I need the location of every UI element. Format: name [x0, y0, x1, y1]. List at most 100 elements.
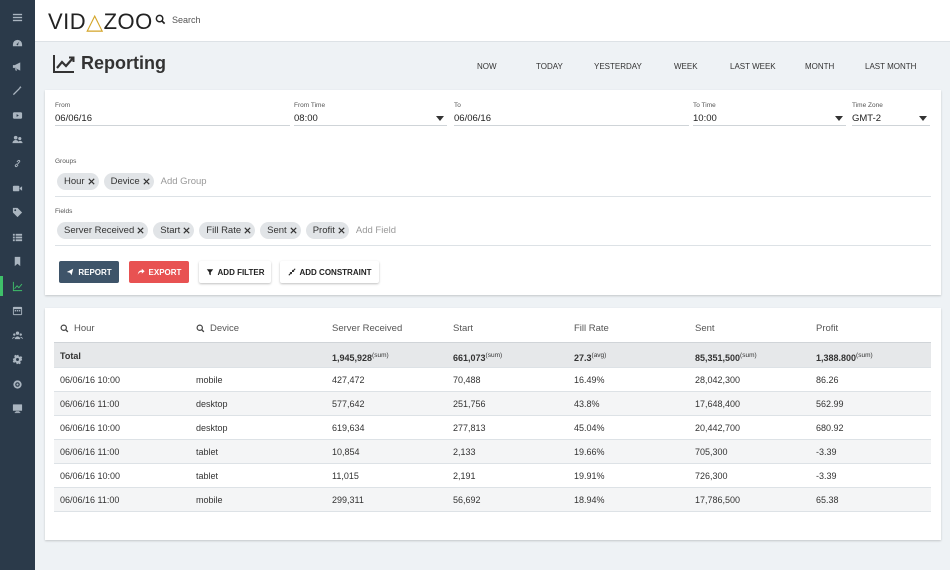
chip-label: Device	[110, 176, 140, 187]
add-filter-button[interactable]: ADD FILTER	[199, 261, 271, 283]
range-last-month-button[interactable]: LAST MONTH	[865, 62, 916, 71]
close-icon[interactable]	[142, 177, 151, 186]
cell-sent: 705,300	[695, 447, 728, 457]
close-icon[interactable]	[136, 226, 145, 235]
cell-server-received: 619,634	[332, 423, 365, 433]
range-yesterday-button[interactable]: YESTERDAY	[594, 62, 642, 71]
report-button[interactable]: REPORT	[59, 261, 119, 283]
video-icon	[12, 111, 23, 119]
cell-hour: 06/06/16 10:00	[60, 375, 121, 385]
total-profit: 1,388.800(sum)	[816, 343, 873, 371]
cell-hour: 06/06/16 10:00	[60, 423, 121, 433]
sidebar-item-calendar[interactable]	[0, 300, 35, 320]
close-icon[interactable]	[87, 177, 96, 186]
time-zone-select[interactable]: GMT-2	[852, 113, 930, 126]
tag-icon	[12, 207, 23, 217]
column-header-profit[interactable]: Profit	[816, 323, 838, 334]
table-row: 06/06/16 11:00 desktop 577,642 251,756 4…	[54, 392, 931, 416]
add-field-input[interactable]: Add Field	[356, 225, 396, 236]
sidebar-item-menu[interactable]	[0, 7, 35, 27]
fields-chips: Server Received Start Fill Rate Sent Pro…	[57, 222, 396, 239]
close-icon[interactable]	[243, 226, 252, 235]
to-time-field[interactable]: To Time 10:00	[693, 102, 846, 126]
sidebar-item-links[interactable]	[0, 153, 35, 173]
from-time-field[interactable]: From Time 08:00	[294, 102, 447, 126]
cell-hour: 06/06/16 11:00	[60, 399, 120, 409]
export-button[interactable]: EXPORT	[129, 261, 189, 283]
chip-label: Server Received	[64, 225, 135, 236]
sidebar-item-monitor[interactable]	[0, 398, 35, 418]
time-zone-field[interactable]: Time Zone GMT-2	[852, 102, 930, 126]
from-time-value: 08:00	[294, 113, 318, 124]
camera-icon	[12, 185, 23, 191]
table-row: 06/06/16 11:00 tablet 10,854 2,133 19.66…	[54, 440, 931, 464]
from-time-select[interactable]: 08:00	[294, 113, 447, 126]
search-box[interactable]: Search	[155, 14, 201, 25]
column-header-fill-rate[interactable]: Fill Rate	[574, 323, 609, 334]
group-chip-hour[interactable]: Hour	[57, 173, 99, 190]
cell-profit: -3.39	[816, 447, 837, 457]
search-icon[interactable]	[60, 324, 69, 333]
chip-label: Start	[160, 225, 181, 236]
sidebar-item-tags[interactable]	[0, 202, 35, 222]
add-group-input[interactable]: Add Group	[161, 176, 207, 187]
aggregate-label: (sum)	[740, 352, 757, 359]
sidebar-item-lists[interactable]	[0, 227, 35, 247]
column-header-server-received[interactable]: Server Received	[332, 323, 402, 334]
chip-label: Sent	[267, 225, 287, 236]
table-row: 06/06/16 10:00 mobile 427,472 70,488 16.…	[54, 368, 931, 392]
search-icon[interactable]	[196, 324, 205, 333]
close-icon[interactable]	[289, 226, 298, 235]
cell-hour: 06/06/16 11:00	[60, 447, 120, 457]
results-table: Hour Device Server Received Start Fill R…	[45, 308, 941, 540]
add-constraint-button[interactable]: ADD CONSTRAINT	[280, 261, 379, 283]
cell-sent: 20,442,700	[695, 423, 741, 433]
top-bar: VID△ZOO Search	[35, 0, 950, 42]
brand-logo[interactable]: VID△ZOO	[48, 9, 153, 35]
from-date-input[interactable]: 06/06/16	[55, 113, 290, 126]
group-chip-device[interactable]: Device	[103, 173, 154, 190]
cell-start: 56,692	[453, 495, 481, 505]
sidebar-item-videos[interactable]	[0, 105, 35, 125]
cell-start: 70,488	[453, 375, 481, 385]
sidebar-item-publishers[interactable]	[0, 129, 35, 149]
sidebar-item-settings[interactable]	[0, 349, 35, 369]
aggregate-label: (sum)	[856, 352, 873, 359]
field-chip-profit[interactable]: Profit	[305, 222, 349, 239]
line-chart-icon	[12, 281, 23, 291]
sidebar-item-bookmarks[interactable]	[0, 251, 35, 271]
sidebar-item-camera[interactable]	[0, 178, 35, 198]
column-header-start[interactable]: Start	[453, 323, 473, 334]
field-chip-fill-rate[interactable]: Fill Rate	[199, 222, 256, 239]
range-month-button[interactable]: MONTH	[805, 62, 834, 71]
range-today-button[interactable]: TODAY	[536, 62, 563, 71]
column-header-label: Hour	[74, 323, 95, 334]
cell-profit: 86.26	[816, 375, 839, 385]
field-chip-server-received[interactable]: Server Received	[57, 222, 149, 239]
close-icon[interactable]	[182, 226, 191, 235]
sidebar-item-dashboard[interactable]	[0, 33, 35, 53]
field-chip-sent[interactable]: Sent	[260, 222, 301, 239]
column-header-hour[interactable]: Hour	[60, 323, 95, 334]
sidebar-item-reporting[interactable]	[0, 276, 35, 296]
filter-icon	[206, 269, 213, 276]
column-header-sent[interactable]: Sent	[695, 323, 715, 334]
total-server-received: 1,945,928(sum)	[332, 343, 389, 371]
range-last-week-button[interactable]: LAST WEEK	[730, 62, 776, 71]
from-date-field[interactable]: From 06/06/16	[55, 102, 290, 126]
to-time-select[interactable]: 10:00	[693, 113, 846, 126]
close-icon[interactable]	[337, 226, 346, 235]
to-time-value: 10:00	[693, 113, 717, 124]
column-header-device[interactable]: Device	[196, 323, 239, 334]
fields-label: Fields	[55, 208, 73, 215]
sidebar-item-circle[interactable]	[0, 374, 35, 394]
range-week-button[interactable]: WEEK	[674, 62, 698, 71]
sidebar-item-tools[interactable]	[0, 80, 35, 100]
chevron-down-icon	[835, 116, 843, 121]
to-date-field[interactable]: To 06/06/16	[454, 102, 689, 126]
range-now-button[interactable]: NOW	[477, 62, 497, 71]
cell-sent: 28,042,300	[695, 375, 741, 385]
sidebar-item-team[interactable]	[0, 325, 35, 345]
to-date-input[interactable]: 06/06/16	[454, 113, 689, 126]
field-chip-start[interactable]: Start	[153, 222, 195, 239]
